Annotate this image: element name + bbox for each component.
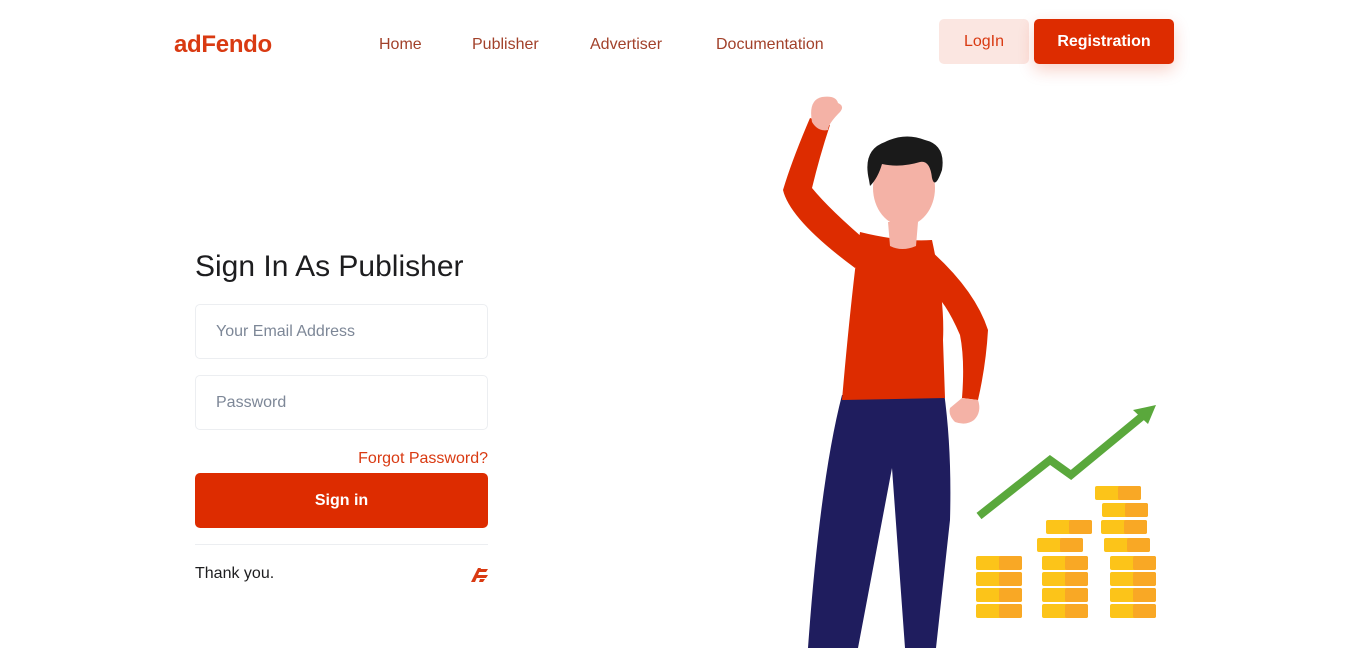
brand-logo[interactable]: adFendo	[174, 31, 272, 59]
login-button[interactable]: LogIn	[939, 19, 1029, 64]
adfendo-mark-icon	[471, 568, 488, 582]
page-title: Sign In As Publisher	[195, 250, 464, 283]
email-input[interactable]	[195, 304, 488, 359]
nav-advertiser[interactable]: Advertiser	[590, 36, 662, 54]
coin-stack-3	[1095, 486, 1156, 618]
nav-publisher[interactable]: Publisher	[472, 36, 539, 54]
footer-thanks-text: Thank you.	[195, 565, 275, 582]
registration-button[interactable]: Registration	[1034, 19, 1174, 64]
nav-home[interactable]: Home	[379, 36, 422, 54]
form-divider	[195, 544, 488, 545]
coin-stack-1	[976, 556, 1022, 618]
man-waving-illustration	[783, 96, 1156, 648]
coin-stack-2	[1037, 520, 1092, 618]
sign-in-button[interactable]: Sign in	[195, 473, 488, 528]
forgot-password-link[interactable]: Forgot Password?	[355, 450, 488, 468]
password-input[interactable]	[195, 375, 488, 430]
nav-documentation[interactable]: Documentation	[716, 36, 824, 54]
